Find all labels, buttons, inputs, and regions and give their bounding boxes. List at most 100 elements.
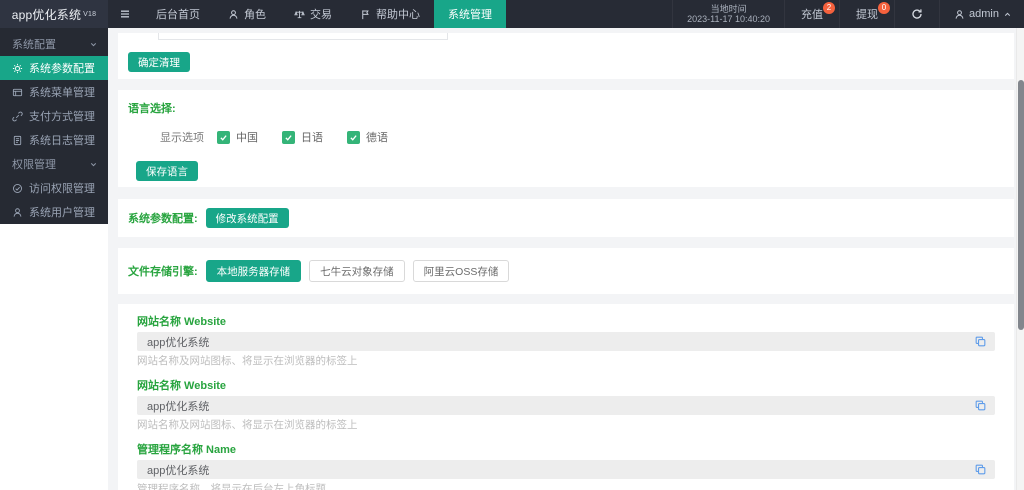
recharge-badge: 2 xyxy=(823,2,835,14)
chevron-down-icon xyxy=(89,40,98,49)
sidebar-item-system-logs[interactable]: 系统日志管理 xyxy=(0,128,108,152)
system-params-card: 系统参数配置: 修改系统配置 xyxy=(118,199,1014,237)
language-options-row: 显示选项 中国 日语 德语 xyxy=(160,129,1004,145)
system-params-label: 系统参数配置: xyxy=(128,210,198,226)
time-value: 2023-11-17 10:40:20 xyxy=(687,14,770,24)
topbar: app优化系统 V18 后台首页 角色 交易 帮助中心 系统管理 当地时间 20… xyxy=(0,0,1024,28)
language-checkbox-china[interactable]: 中国 xyxy=(217,129,258,145)
language-checkbox-japanese[interactable]: 日语 xyxy=(282,129,323,145)
chevron-up-icon xyxy=(1003,10,1012,19)
withdraw-button[interactable]: 提现 0 xyxy=(839,0,894,28)
sidebar-section-permissions[interactable]: 权限管理 xyxy=(0,152,108,176)
logo-text: app优化系统 xyxy=(12,6,81,23)
time-label: 当地时间 xyxy=(711,4,747,14)
sidebar-item-system-users[interactable]: 系统用户管理 xyxy=(0,200,108,224)
withdraw-badge: 0 xyxy=(878,2,890,14)
main-content: 确定清理 语言选择: 显示选项 中国 日语 德语 xyxy=(108,28,1024,490)
nav-item-home-label: 后台首页 xyxy=(156,6,200,22)
sidebar-section-system-config[interactable]: 系统配置 xyxy=(0,32,108,56)
field-label: 管理程序名称 Name xyxy=(137,444,995,456)
log-icon xyxy=(12,135,23,146)
storage-engine-card: 文件存储引擎: 本地服务器存储 七牛云对象存储 阿里云OSS存储 xyxy=(118,248,1014,294)
nav-item-help[interactable]: 帮助中心 xyxy=(346,0,434,28)
field-label: 网站名称 Website xyxy=(137,380,995,392)
sidebar-item-payment-methods[interactable]: 支付方式管理 xyxy=(0,104,108,128)
storage-option-local[interactable]: 本地服务器存储 xyxy=(206,260,302,282)
form-field-website-name-2: 网站名称 Website 网站名称及网站图标、将显示在浏览器的标签上 xyxy=(137,380,995,431)
checkbox-checked-icon xyxy=(217,131,230,144)
confirm-clear-button[interactable]: 确定清理 xyxy=(128,52,190,72)
link-icon xyxy=(12,111,23,122)
sidebar-item-label: 系统用户管理 xyxy=(29,204,95,220)
logo-version: V18 xyxy=(83,11,96,18)
current-time: 当地时间 2023-11-17 10:40:20 xyxy=(672,0,784,28)
checkbox-label: 日语 xyxy=(301,129,323,145)
field-hint: 网站名称及网站图标、将显示在浏览器的标签上 xyxy=(137,356,995,367)
user-icon xyxy=(954,9,965,20)
nav-item-system-label: 系统管理 xyxy=(448,6,492,22)
gear-icon xyxy=(12,63,23,74)
user-menu[interactable]: admin xyxy=(939,0,1024,28)
language-card: 语言选择: 显示选项 中国 日语 德语 保存语言 xyxy=(118,90,1014,187)
scale-icon xyxy=(294,9,305,20)
clear-card: 确定清理 xyxy=(118,33,1014,79)
storage-engine-label: 文件存储引擎: xyxy=(128,263,198,279)
hamburger-icon[interactable] xyxy=(108,0,142,28)
app-logo: app优化系统 V18 xyxy=(0,0,108,28)
sidebar-item-label: 系统参数配置 xyxy=(29,60,95,76)
checkbox-checked-icon xyxy=(347,131,360,144)
nav-item-roles[interactable]: 角色 xyxy=(214,0,280,28)
save-language-button[interactable]: 保存语言 xyxy=(136,161,198,181)
scrollbar-thumb[interactable] xyxy=(1018,80,1024,330)
sidebar-item-label: 系统菜单管理 xyxy=(29,84,95,100)
form-field-website-name-1: 网站名称 Website 网站名称及网站图标、将显示在浏览器的标签上 xyxy=(137,316,995,367)
nav-item-roles-label: 角色 xyxy=(244,6,266,22)
nav-item-home[interactable]: 后台首页 xyxy=(142,0,214,28)
checkbox-label: 中国 xyxy=(236,129,258,145)
sidebar-item-label: 访问权限管理 xyxy=(29,180,95,196)
copy-icon[interactable] xyxy=(974,463,987,476)
field-label: 网站名称 Website xyxy=(137,316,995,328)
website-name-input-2[interactable] xyxy=(137,396,995,415)
withdraw-label: 提现 xyxy=(856,6,878,22)
sidebar-item-system-menu[interactable]: 系统菜单管理 xyxy=(0,80,108,104)
sidebar-item-system-params[interactable]: 系统参数配置 xyxy=(0,56,108,80)
chevron-down-icon xyxy=(89,160,98,169)
storage-option-aliyun-oss[interactable]: 阿里云OSS存储 xyxy=(413,260,510,282)
truncated-input[interactable] xyxy=(158,33,448,40)
nav-item-trade[interactable]: 交易 xyxy=(280,0,346,28)
flag-icon xyxy=(360,9,371,20)
menu-icon xyxy=(12,87,23,98)
language-select-label: 语言选择: xyxy=(128,100,1004,116)
website-name-input-1[interactable] xyxy=(137,332,995,351)
sidebar-item-label: 支付方式管理 xyxy=(29,108,95,124)
field-hint: 管理程序名称、将显示在后台左上角标题 xyxy=(137,484,995,490)
sidebar-item-access-permissions[interactable]: 访问权限管理 xyxy=(0,176,108,200)
checkbox-checked-icon xyxy=(282,131,295,144)
sidebar-item-label: 系统日志管理 xyxy=(29,132,95,148)
admin-name-input[interactable] xyxy=(137,460,995,479)
nav-item-system[interactable]: 系统管理 xyxy=(434,0,506,28)
section-label: 权限管理 xyxy=(12,156,56,172)
recharge-button[interactable]: 充值 2 xyxy=(784,0,839,28)
modify-system-config-button[interactable]: 修改系统配置 xyxy=(206,208,289,228)
person-icon xyxy=(228,9,239,20)
topbar-right: 当地时间 2023-11-17 10:40:20 充值 2 提现 0 admin xyxy=(672,0,1024,28)
storage-options-group: 本地服务器存储 七牛云对象存储 阿里云OSS存储 xyxy=(206,260,510,282)
vertical-scrollbar[interactable] xyxy=(1016,28,1024,490)
checkbox-label: 德语 xyxy=(366,129,388,145)
form-field-admin-name: 管理程序名称 Name 管理程序名称、将显示在后台左上角标题 xyxy=(137,444,995,490)
username: admin xyxy=(969,8,999,20)
field-hint: 网站名称及网站图标、将显示在浏览器的标签上 xyxy=(137,420,995,431)
display-options-label: 显示选项 xyxy=(160,129,204,145)
site-settings-form-card: 网站名称 Website 网站名称及网站图标、将显示在浏览器的标签上 网站名称 … xyxy=(118,304,1014,490)
language-checkbox-german[interactable]: 德语 xyxy=(347,129,388,145)
refresh-button[interactable] xyxy=(894,0,939,28)
copy-icon[interactable] xyxy=(974,335,987,348)
sidebar: 系统配置 系统参数配置 系统菜单管理 支付方式管理 系统日志管理 权限管理 xyxy=(0,28,108,224)
section-label: 系统配置 xyxy=(12,36,56,52)
storage-option-qiniu[interactable]: 七牛云对象存储 xyxy=(309,260,405,282)
nav-item-help-label: 帮助中心 xyxy=(376,6,420,22)
recharge-label: 充值 xyxy=(801,6,823,22)
copy-icon[interactable] xyxy=(974,399,987,412)
